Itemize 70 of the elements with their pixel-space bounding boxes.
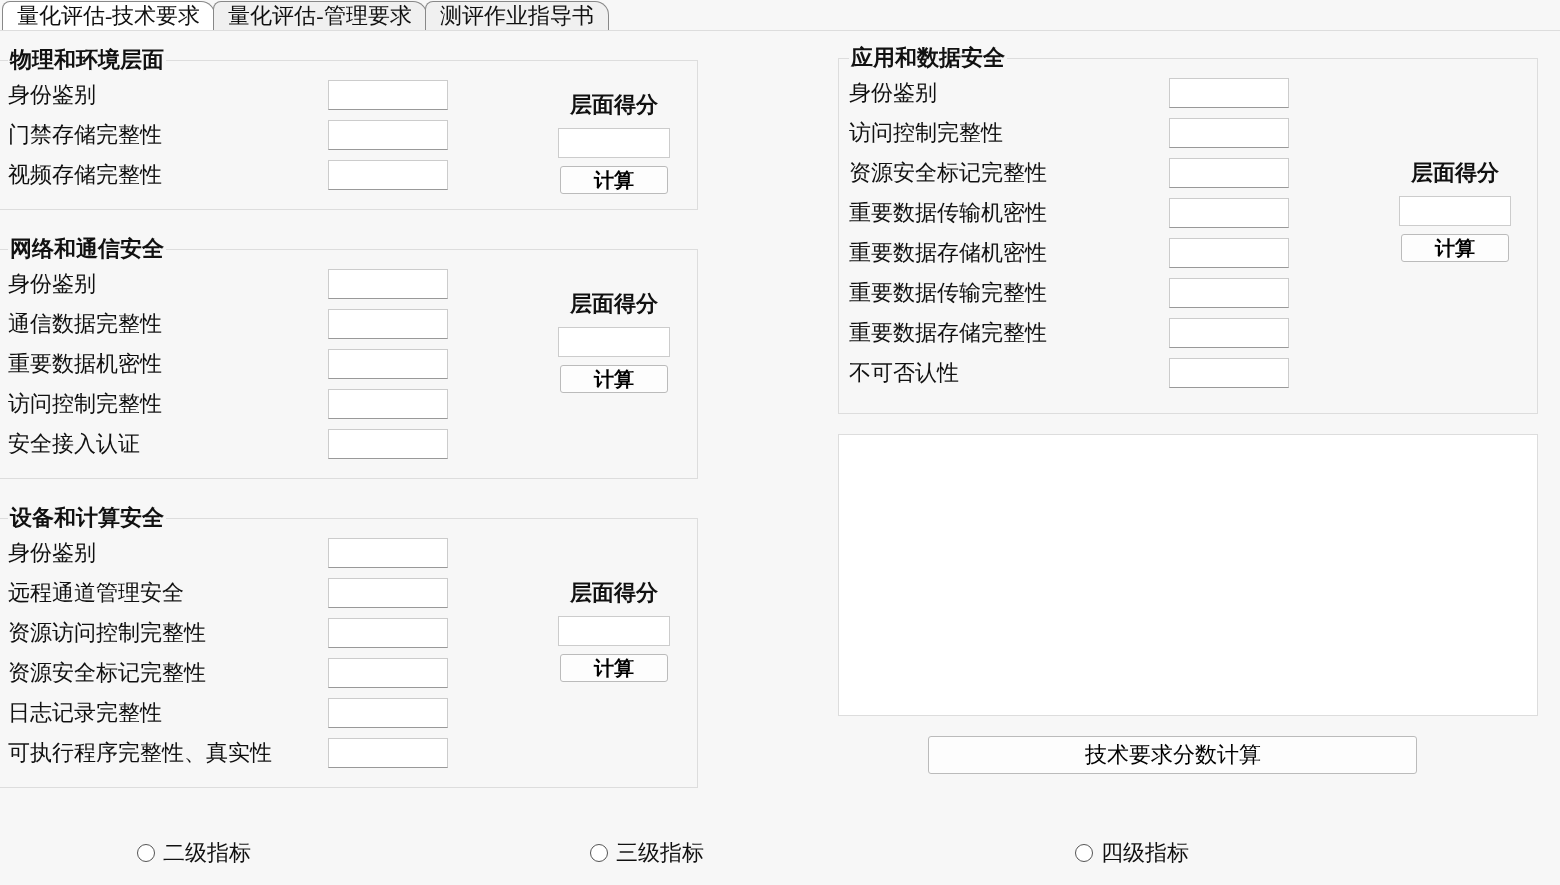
item-label: 身份鉴别 xyxy=(8,270,97,298)
score-input[interactable] xyxy=(328,160,448,190)
score-input[interactable] xyxy=(328,429,448,459)
score-input[interactable] xyxy=(328,538,448,568)
score-input[interactable] xyxy=(328,618,448,648)
total-calculate-button[interactable]: 技术要求分数计算 xyxy=(928,736,1417,774)
item-label: 重要数据传输机密性 xyxy=(849,199,1048,227)
tab[interactable]: 测评作业指导书 xyxy=(424,1,609,30)
item-label: 重要数据机密性 xyxy=(8,350,163,378)
score-input[interactable] xyxy=(328,698,448,728)
radio-label[interactable]: 三级指标 xyxy=(615,838,704,868)
item-label: 通信数据完整性 xyxy=(8,310,163,338)
score-input[interactable] xyxy=(328,269,448,299)
item-label: 资源安全标记完整性 xyxy=(8,659,207,687)
score-label: 层面得分 xyxy=(570,290,658,318)
item-label: 资源安全标记完整性 xyxy=(849,159,1048,187)
score-field[interactable] xyxy=(558,616,670,646)
calculate-button[interactable]: 计算 xyxy=(560,365,668,393)
score-input[interactable] xyxy=(1169,278,1289,308)
score-input[interactable] xyxy=(1169,78,1289,108)
item-label: 重要数据存储机密性 xyxy=(849,239,1048,267)
score-input[interactable] xyxy=(1169,198,1289,228)
item-label: 身份鉴别 xyxy=(8,539,97,567)
score-field[interactable] xyxy=(558,327,670,357)
item-label: 可执行程序完整性、真实性 xyxy=(8,739,273,767)
tab[interactable]: 量化评估-管理要求 xyxy=(213,1,427,30)
radio-label[interactable]: 四级指标 xyxy=(1100,838,1189,868)
radio-label[interactable]: 二级指标 xyxy=(163,838,251,868)
score-label: 层面得分 xyxy=(570,579,658,607)
item-label: 访问控制完整性 xyxy=(8,390,163,418)
score-input[interactable] xyxy=(328,389,448,419)
score-input[interactable] xyxy=(328,349,448,379)
score-label: 层面得分 xyxy=(570,91,658,119)
radio-button[interactable] xyxy=(1074,844,1093,862)
item-label: 安全接入认证 xyxy=(8,430,141,458)
score-field[interactable] xyxy=(1399,196,1511,226)
calculate-button[interactable]: 计算 xyxy=(1401,234,1509,262)
score-input[interactable] xyxy=(1169,118,1289,148)
radio-button[interactable] xyxy=(137,844,155,862)
group-title: 设备和计算安全 xyxy=(8,504,165,532)
score-field[interactable] xyxy=(558,128,670,158)
item-label: 门禁存储完整性 xyxy=(8,121,163,149)
calculate-button[interactable]: 计算 xyxy=(560,654,668,682)
score-label: 层面得分 xyxy=(1411,159,1499,187)
score-input[interactable] xyxy=(1169,158,1289,188)
score-input[interactable] xyxy=(328,658,448,688)
calculate-button[interactable]: 计算 xyxy=(560,166,668,194)
score-input[interactable] xyxy=(328,120,448,150)
group-title: 物理和环境层面 xyxy=(8,46,165,74)
item-label: 不可否认性 xyxy=(849,359,960,387)
item-label: 视频存储完整性 xyxy=(8,161,163,189)
score-input[interactable] xyxy=(328,80,448,110)
item-label: 重要数据传输完整性 xyxy=(849,279,1048,307)
score-input[interactable] xyxy=(328,309,448,339)
item-label: 日志记录完整性 xyxy=(8,699,163,727)
item-label: 身份鉴别 xyxy=(849,79,938,107)
score-input[interactable] xyxy=(1169,318,1289,348)
tab[interactable]: 量化评估-技术要求 xyxy=(2,1,216,30)
score-input[interactable] xyxy=(1169,238,1289,268)
score-input[interactable] xyxy=(1169,358,1289,388)
group-title: 网络和通信安全 xyxy=(9,235,165,263)
group-title: 应用和数据安全 xyxy=(850,44,1006,72)
radio-button[interactable] xyxy=(589,844,608,862)
score-input[interactable] xyxy=(328,738,448,768)
item-label: 身份鉴别 xyxy=(8,81,97,109)
item-label: 远程通道管理安全 xyxy=(8,579,185,607)
score-input[interactable] xyxy=(328,578,448,608)
item-label: 重要数据存储完整性 xyxy=(849,319,1048,347)
item-label: 资源访问控制完整性 xyxy=(8,619,207,647)
item-label: 访问控制完整性 xyxy=(849,119,1004,147)
